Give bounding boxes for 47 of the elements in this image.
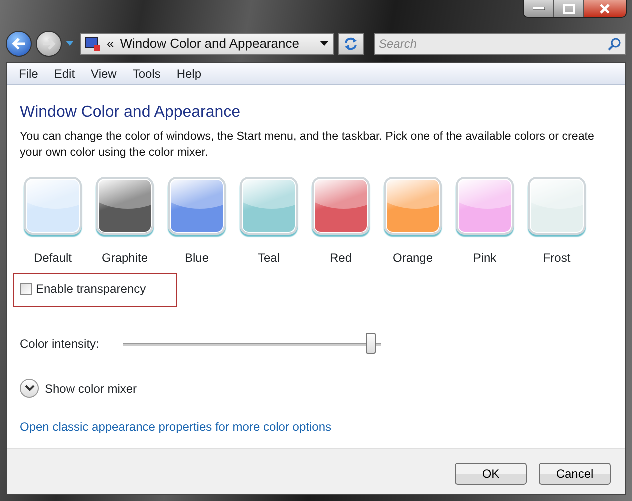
control-panel-icon <box>85 36 101 52</box>
search-icon[interactable] <box>608 38 621 50</box>
maximize-icon <box>562 4 574 14</box>
breadcrumb-chevron[interactable]: « <box>107 34 114 54</box>
slider-thumb[interactable] <box>366 333 376 354</box>
swatch-label: Orange <box>392 250 434 268</box>
minimize-icon <box>532 6 544 10</box>
search-field[interactable]: Search <box>374 33 626 55</box>
forward-button[interactable] <box>36 31 62 57</box>
swatch-label: Red <box>330 250 352 268</box>
transparency-checkbox[interactable]: Enable transparency <box>13 273 178 308</box>
back-button[interactable] <box>6 31 32 57</box>
refresh-icon <box>343 37 359 51</box>
refresh-button[interactable] <box>338 33 364 55</box>
address-bar[interactable]: « Window Color and Appearance <box>80 33 334 55</box>
dropdown-icon[interactable] <box>320 41 329 47</box>
breadcrumb[interactable]: Window Color and Appearance <box>120 34 314 54</box>
minimize-button[interactable] <box>524 0 554 17</box>
chevron-down-icon <box>24 385 34 392</box>
swatch-label: Blue <box>184 250 210 268</box>
menu-item[interactable]: File <box>11 64 46 82</box>
checkbox-label[interactable]: Enable transparency <box>36 280 146 298</box>
menu-item[interactable]: View <box>83 64 125 82</box>
back-arrow-icon <box>12 38 26 50</box>
swatch-label: Pink <box>473 250 497 268</box>
expander-label[interactable]: Show color mixer <box>45 380 138 398</box>
close-icon <box>599 4 611 14</box>
menu-item[interactable]: Help <box>168 64 210 82</box>
description-text: You can change the color of windows, the Start menu, and the taskbar. Pick one of the available colors or create your own color using the color mixer. <box>20 129 596 162</box>
forward-arrow-icon <box>42 38 56 50</box>
checkbox[interactable] <box>20 283 32 296</box>
intensity-label: Color intensity: <box>20 336 100 354</box>
dialog-button[interactable]: OK <box>455 462 527 484</box>
swatch-label: Frost <box>543 250 571 268</box>
swatch-label: Teal <box>258 250 280 268</box>
page-heading: Window Color and Appearance <box>20 103 242 122</box>
dialog-button[interactable]: Cancel <box>539 462 611 484</box>
menu-item[interactable]: Edit <box>46 64 84 82</box>
close-button[interactable] <box>584 0 626 17</box>
swatch-label: Graphite <box>102 250 148 268</box>
swatch-label: Default <box>34 250 72 268</box>
classic-appearance-link[interactable]: Open classic appearance properties for more color options <box>20 418 332 436</box>
maximize-button[interactable] <box>554 0 584 17</box>
search-input[interactable]: Search <box>379 34 608 54</box>
expand-button[interactable] <box>20 379 39 398</box>
history-dropdown-icon[interactable] <box>66 41 74 47</box>
menu-item[interactable]: Tools <box>124 64 169 82</box>
